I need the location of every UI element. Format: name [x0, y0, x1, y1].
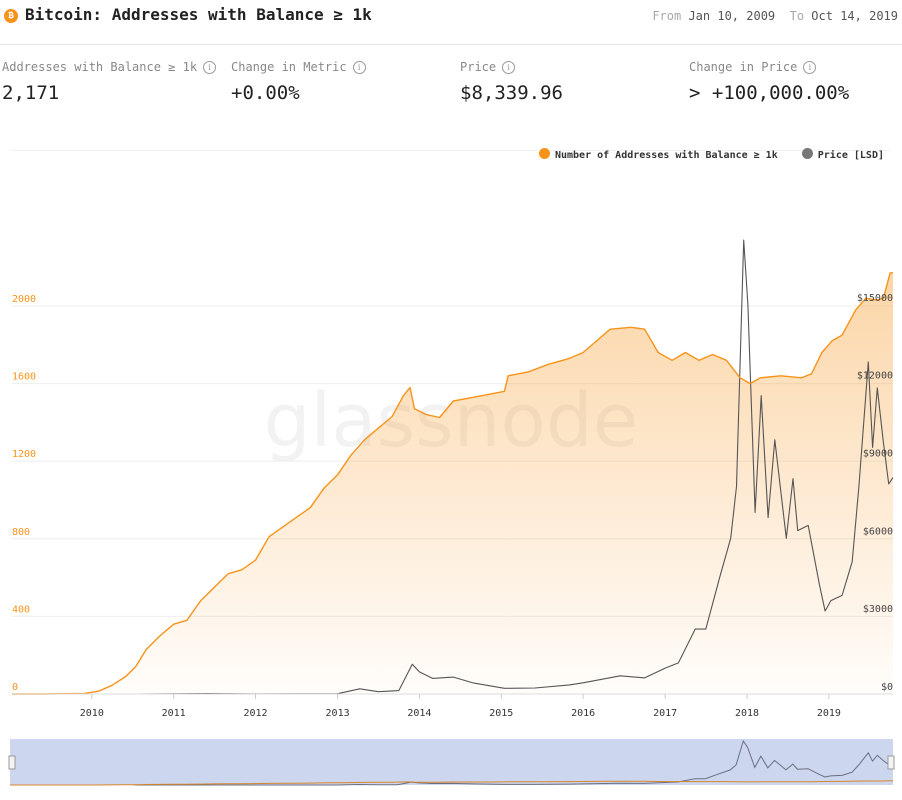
- y-left-tick-label: 2000: [12, 294, 36, 305]
- y-left-tick-label: 1600: [12, 372, 36, 383]
- addresses-area: [12, 272, 893, 694]
- x-axis: 2010 2011 2012 2013 2014 2015 2016 2017 2018 2019: [12, 693, 893, 719]
- navigator-background: [10, 739, 893, 785]
- x-tick-label: 2016: [571, 708, 595, 719]
- x-tick-label: 2017: [653, 708, 677, 719]
- y-right-tick-label: $9000: [863, 449, 893, 460]
- y-right-tick-label: $3000: [863, 604, 893, 615]
- chart-area[interactable]: glassnode 0400800120016002000 $0$3000$60…: [0, 0, 902, 800]
- y-left-tick-label: 800: [12, 527, 30, 538]
- y-left-tick-label: 400: [12, 604, 30, 615]
- x-tick-label: 2015: [489, 708, 513, 719]
- y-left-tick-label: 0: [12, 682, 18, 693]
- y-right-tick-label: $15000: [857, 293, 893, 304]
- range-navigator[interactable]: [8, 739, 895, 786]
- y-right-tick-label: $0: [881, 682, 893, 693]
- x-tick-label: 2013: [326, 708, 350, 719]
- x-tick-label: 2011: [162, 708, 186, 719]
- area-layer: [12, 272, 893, 694]
- x-tick-label: 2019: [817, 708, 841, 719]
- navigator-left-handle-icon[interactable]: [8, 755, 16, 770]
- y-axis-left: 0 400 800 1200 1600 2000: [12, 294, 36, 693]
- y-left-tick-label: 1200: [12, 449, 36, 460]
- x-tick-label: 2010: [80, 708, 104, 719]
- y-right-tick-label: $6000: [863, 526, 893, 537]
- x-tick-label: 2012: [243, 708, 267, 719]
- y-right-tick-label: $12000: [857, 371, 893, 382]
- x-tick-label: 2014: [407, 708, 431, 719]
- x-tick-label: 2018: [735, 708, 759, 719]
- navigator-right-handle-icon[interactable]: [887, 755, 895, 770]
